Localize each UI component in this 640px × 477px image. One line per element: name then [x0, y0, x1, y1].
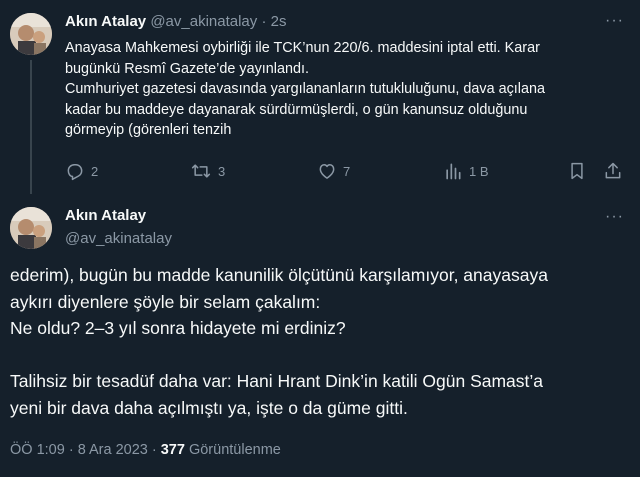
tweet-line: aykırı diyenlere şöyle bir selam çakalım… [10, 291, 321, 312]
retweet-button[interactable]: 3 [190, 160, 225, 182]
like-count: 7 [343, 163, 351, 179]
share-button[interactable] [603, 160, 623, 182]
action-bar: 2 3 7 1 B [65, 160, 625, 184]
views-button[interactable]: 1 B [443, 160, 489, 182]
tweet-line: bugünkü Resmî Gazete’de yayınlandı. [65, 60, 309, 77]
author-handle[interactable]: @av_akinatalay [150, 13, 257, 30]
reply-count: 2 [91, 163, 99, 179]
author-handle[interactable]: @av_akinatalay [65, 230, 172, 247]
retweet-icon [191, 164, 211, 178]
views-icon [446, 163, 461, 180]
bookmark-icon [571, 162, 583, 180]
retweet-count: 3 [218, 163, 226, 179]
view-count: 377 [160, 442, 185, 458]
avatar[interactable] [10, 13, 52, 55]
tweet-2-text: ederim), bugün bu madde kanunilik ölçütü… [10, 262, 630, 421]
like-icon [319, 164, 335, 179]
tweet-1-header: Akın Atalay @av_akinatalay · 2s [65, 13, 286, 30]
timestamp[interactable]: ÖÖ 1:09 · 8 Ara 2023 · [10, 442, 157, 458]
tweet-line: ederim), bugün bu madde kanunilik ölçütü… [10, 265, 548, 285]
tweet-line: Cumhuriyet gazetesi davasında yargılanan… [65, 81, 545, 97]
share-icon [605, 162, 621, 179]
tweet-line: Anayasa Mahkemesi oybirliği ile TCK’nun … [65, 40, 540, 56]
author-name[interactable]: Akın Atalay [65, 13, 146, 30]
tweet-line: görmeyip (görenleri tenzih [65, 122, 232, 138]
like-button[interactable]: 7 [317, 160, 350, 182]
tweet-line-blank [10, 342, 630, 369]
more-options-icon[interactable]: ··· [605, 208, 624, 226]
author-name[interactable]: Akın Atalay [65, 207, 146, 224]
more-options-icon[interactable]: ··· [605, 12, 624, 30]
tweet-line: kadar bu maddeye dayanarak sürdürmüşlerd… [65, 101, 528, 118]
tweet-meta: ÖÖ 1:09 · 8 Ara 2023 · 377 Görüntülenme [10, 442, 281, 458]
avatar-image [10, 13, 52, 55]
reply-button[interactable]: 2 [65, 160, 98, 182]
avatar-image [10, 207, 52, 249]
avatar[interactable] [10, 207, 52, 249]
bookmark-button[interactable] [568, 160, 586, 182]
tweet-time[interactable]: 2s [271, 13, 287, 30]
tweet-1-text: Anayasa Mahkemesi oybirliği ile TCK’nun … [65, 38, 635, 141]
tweet-1[interactable]: Akın Atalay @av_akinatalay · 2s ··· Anay… [0, 0, 640, 196]
tweet-line: Ne oldu? 2–3 yıl sonra hidayete mi erdin… [10, 318, 346, 338]
views-count: 1 B [469, 163, 489, 179]
view-label: Görüntülenme [188, 442, 281, 458]
reply-icon [67, 164, 83, 181]
tweet-2[interactable]: Akın Atalay @av_akinatalay ··· ederim), … [0, 196, 640, 477]
thread-line [30, 60, 32, 194]
tweet-line: Talihsiz bir tesadüf daha var: Hani Hran… [10, 371, 544, 391]
tweet-line: yeni bir dava daha açılmıştı ya, işte o … [10, 397, 408, 418]
separator: · [261, 13, 267, 30]
